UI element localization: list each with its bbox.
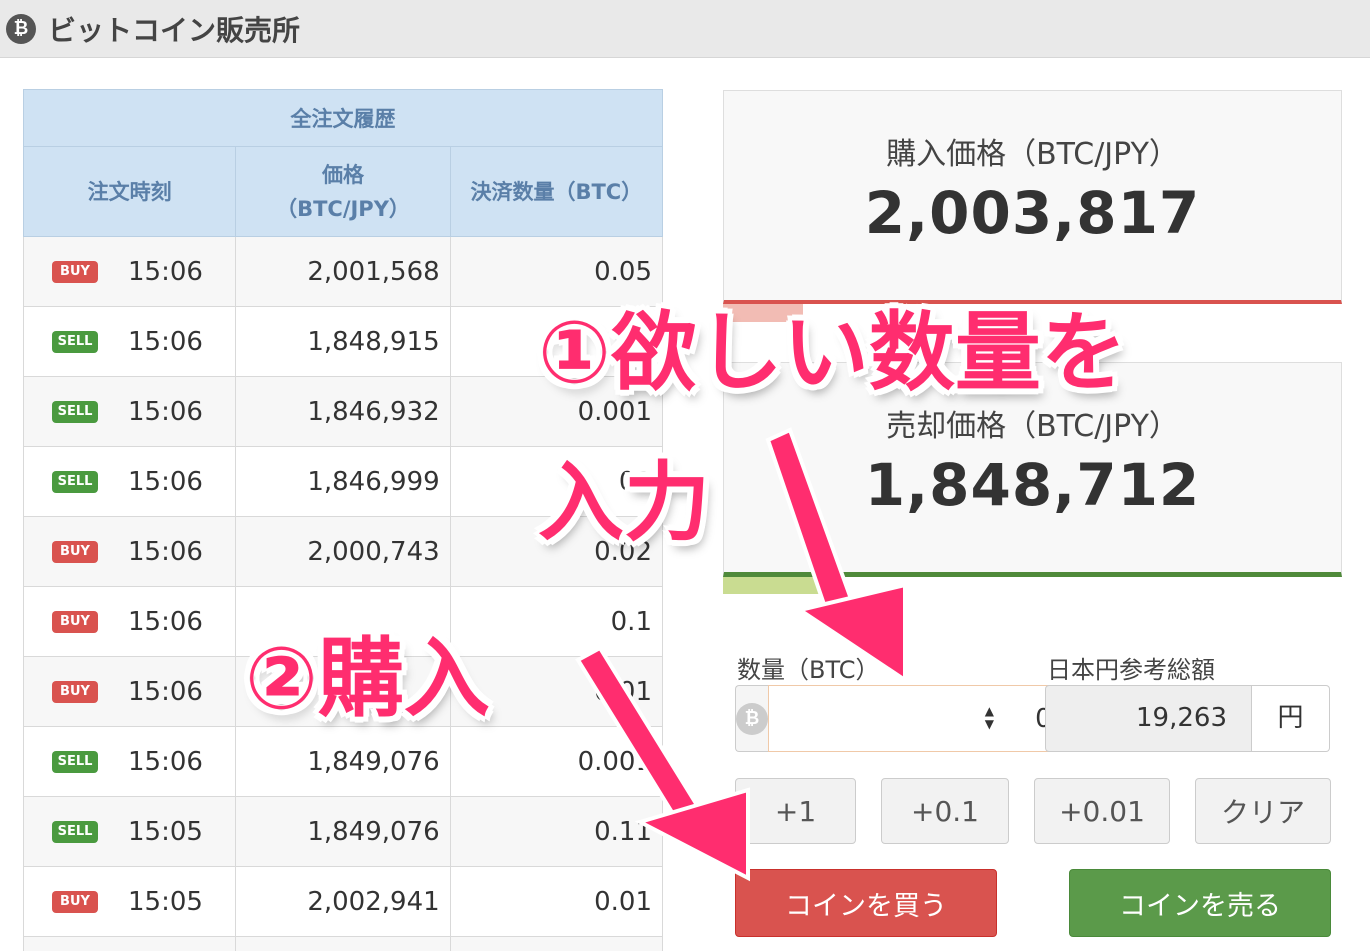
page-title: ビットコイン販売所 — [48, 13, 301, 47]
order-price: 1,846,932 — [235, 376, 451, 447]
add-1-button[interactable]: +1 — [735, 778, 856, 844]
table-row-partial — [22, 936, 664, 951]
qty-label: 数量（BTC） — [737, 656, 880, 684]
sell-badge: SELL — [52, 821, 98, 843]
clear-button[interactable]: クリア — [1195, 778, 1331, 844]
order-time-cell: SELL 15:06 — [22, 306, 237, 377]
buy-badge: BUY — [52, 681, 98, 703]
qty-stepper[interactable]: ▲ ▼ — [985, 705, 994, 731]
annotation-step1-line2: 入力 — [538, 453, 710, 553]
buy-price-value: 2,003,817 — [864, 179, 1201, 247]
order-qty: 0.11 — [449, 796, 664, 867]
order-time-cell: BUY 15:06 — [22, 586, 237, 657]
sell-badge: SELL — [52, 471, 98, 493]
sell-coin-button[interactable]: コインを売る — [1069, 869, 1331, 937]
order-time: 15:06 — [128, 326, 203, 357]
order-time-cell: SELL 15:06 — [22, 446, 237, 517]
column-header-time: 注文時刻 — [22, 146, 237, 237]
order-qty: 0.01 — [449, 866, 664, 937]
order-time: 15:06 — [128, 606, 203, 637]
column-header-price-line1: 価格 — [321, 162, 364, 187]
order-time: 15:06 — [128, 466, 203, 497]
order-time-cell: BUY 15:06 — [22, 656, 237, 727]
sell-badge: SELL — [52, 751, 98, 773]
table-row: BUY 15:05 2,002,941 0.01 — [22, 866, 664, 937]
buy-badge: BUY — [52, 541, 98, 563]
jpy-total-group: 19,263 円 — [1045, 685, 1330, 752]
partial-cell — [22, 936, 237, 951]
bitcoin-icon: ₿ — [736, 702, 768, 735]
sell-price-indicator — [723, 577, 823, 594]
buy-badge: BUY — [52, 611, 98, 633]
order-time-cell: SELL 15:06 — [22, 726, 237, 797]
jpy-total-label: 日本円参考総額 — [1047, 656, 1215, 684]
order-price: 1,846,999 — [235, 446, 451, 517]
column-header-price: 価格 （BTC/JPY） — [235, 146, 451, 237]
buy-price-label: 購入価格（BTC/JPY） — [886, 137, 1179, 172]
order-time: 15:06 — [128, 256, 203, 287]
table-row: SELL 15:05 1,849,076 0.11 — [22, 796, 664, 867]
order-time-cell: BUY 15:06 — [22, 236, 237, 307]
order-price: 1,849,076 — [235, 796, 451, 867]
buy-badge: BUY — [52, 261, 98, 283]
order-history-title: 全注文履歴 — [23, 89, 663, 147]
sell-badge: SELL — [52, 401, 98, 423]
order-time: 15:05 — [128, 816, 203, 847]
order-time-cell: BUY 15:05 — [22, 866, 237, 937]
column-header-qty: 決済数量（BTC） — [449, 146, 664, 237]
order-time-cell: BUY 15:06 — [22, 516, 237, 587]
sell-badge: SELL — [52, 331, 98, 353]
qty-input-group: ₿ ▲▼ — [735, 685, 1152, 752]
order-qty: 0.001 — [449, 726, 664, 797]
partial-cell — [235, 936, 451, 951]
add-0-1-button[interactable]: +0.1 — [881, 778, 1009, 844]
sell-price-value: 1,848,712 — [864, 451, 1201, 519]
buy-coin-button[interactable]: コインを買う — [735, 869, 997, 937]
order-price: 2,000,743 — [235, 516, 451, 587]
order-time: 15:06 — [128, 396, 203, 427]
order-time-cell: SELL 15:06 — [22, 376, 237, 447]
partial-cell — [449, 936, 664, 951]
order-time-cell: SELL 15:05 — [22, 796, 237, 867]
qty-addon: ₿ — [735, 685, 768, 752]
page-header: ₿ ビットコイン販売所 — [0, 0, 1370, 58]
order-price: 2,002,941 — [235, 866, 451, 937]
jpy-unit: 円 — [1252, 685, 1330, 752]
annotation-step1-line1: ①欲しい数量を — [538, 303, 1127, 403]
add-0-01-button[interactable]: +0.01 — [1034, 778, 1170, 844]
jpy-total-value: 19,263 — [1045, 685, 1252, 752]
order-time: 15:06 — [128, 746, 203, 777]
order-price: 1,848,915 — [235, 306, 451, 377]
bitcoin-icon: ₿ — [6, 13, 36, 44]
order-time: 15:05 — [128, 886, 203, 917]
sell-price-label: 売却価格（BTC/JPY） — [886, 409, 1179, 444]
order-price: 2,001,568 — [235, 236, 451, 307]
buy-badge: BUY — [52, 891, 98, 913]
table-row: SELL 15:06 1,849,076 0.001 — [22, 726, 664, 797]
column-header-price-line2: （BTC/JPY） — [276, 196, 410, 221]
order-time: 15:06 — [128, 676, 203, 707]
order-price: 1,849,076 — [235, 726, 451, 797]
annotation-step2: ②購入 — [245, 629, 490, 729]
order-time: 15:06 — [128, 536, 203, 567]
buy-price-panel: 購入価格（BTC/JPY） 2,003,817 — [723, 90, 1342, 304]
